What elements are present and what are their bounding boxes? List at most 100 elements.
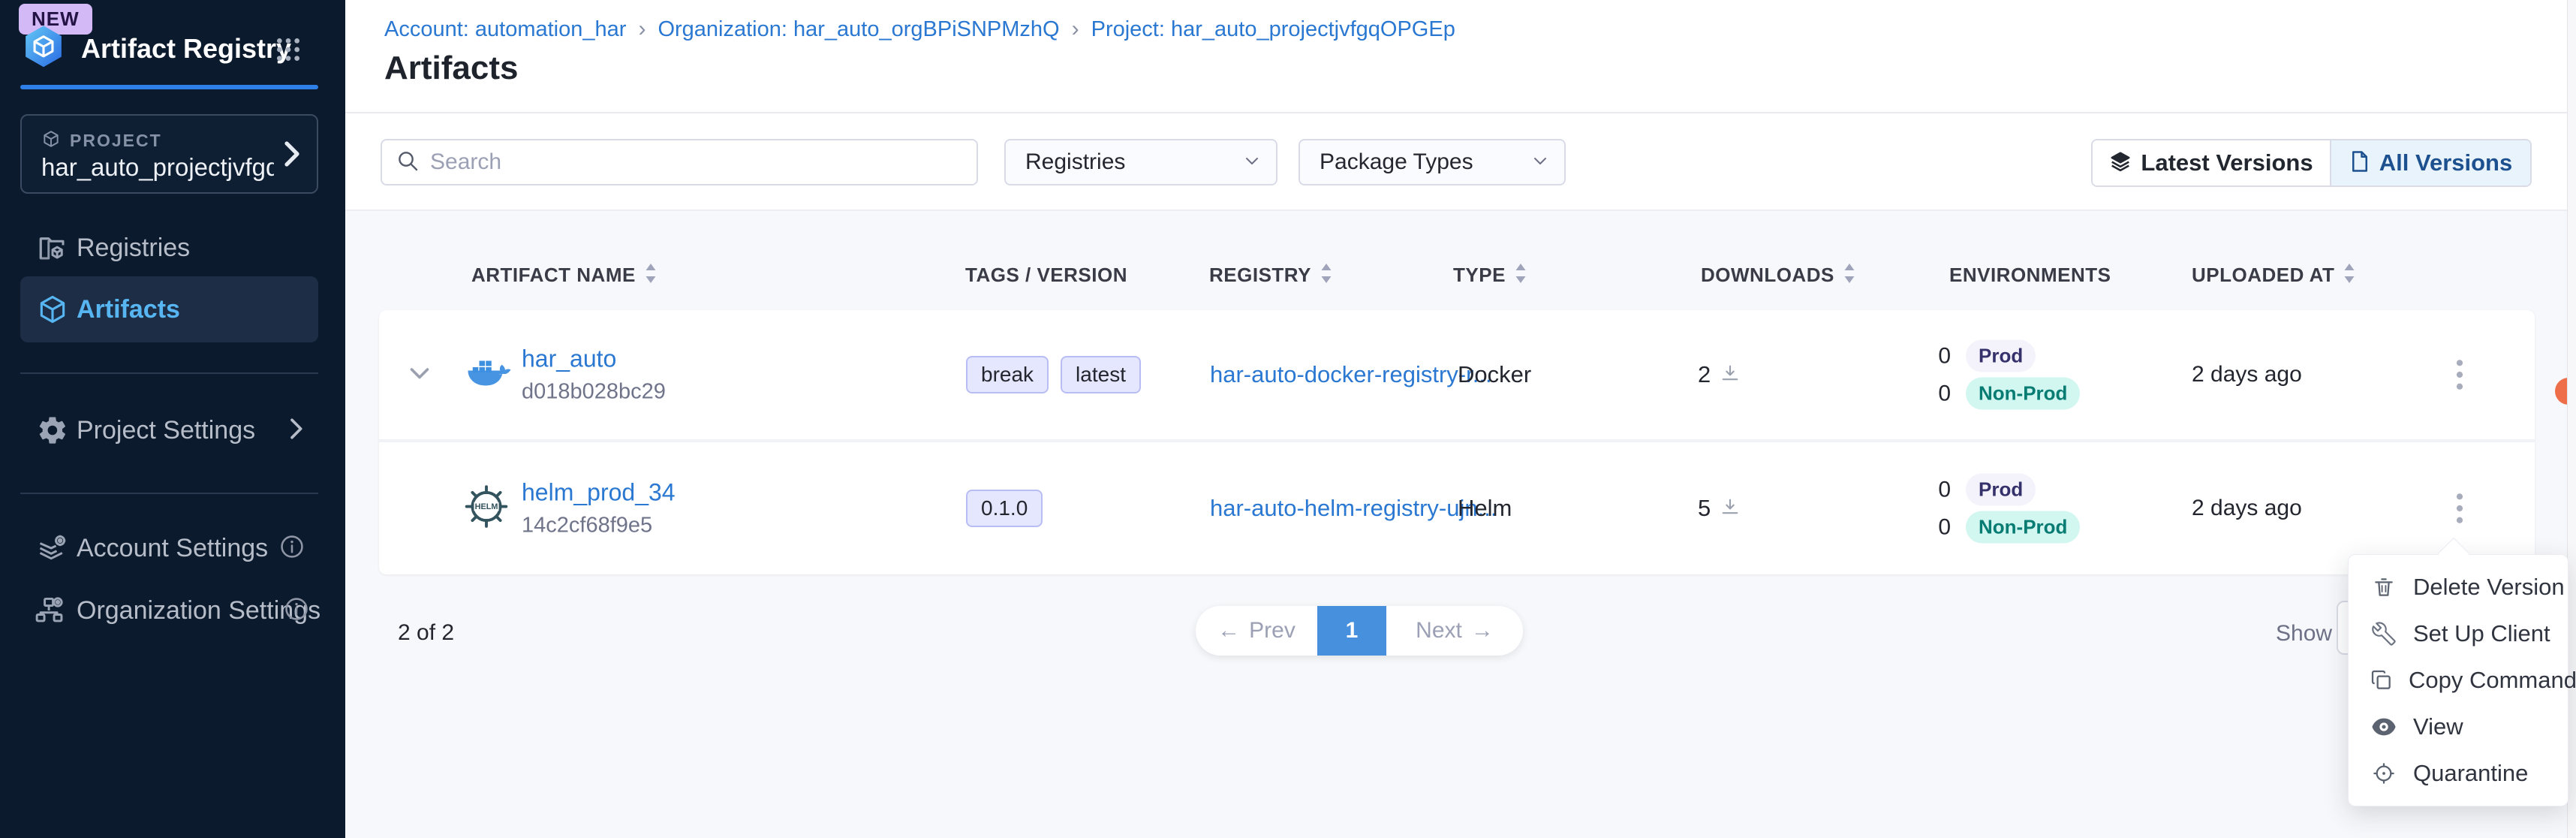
row-context-menu: Delete Version Set Up Client Copy Comman… [2348, 554, 2568, 806]
sidebar-item-organization-settings[interactable]: Organization Settings [0, 586, 345, 635]
artifact-digest: 14c2cf68f9e5 [522, 514, 676, 538]
column-header-registry[interactable]: REGISTRY [1209, 258, 1332, 292]
sort-arrows-icon [2343, 263, 2355, 288]
wrench-icon [2370, 622, 2398, 646]
artifact-name-cell: har_auto d018b028bc29 [522, 345, 666, 405]
column-header-environments: ENVIRONMENTS [1949, 258, 2111, 292]
breadcrumb-organization-link[interactable]: Organization: har_auto_orgBPiSNPMzhQ [658, 17, 1059, 42]
downloads-cell: 5 [1698, 495, 1741, 522]
prod-badge: Prod [1966, 474, 2036, 506]
table-row: har_auto d018b028bc29 break latest har-a… [379, 310, 2535, 439]
package-types-filter-label: Package Types [1320, 149, 1473, 175]
module-grid-icon[interactable] [273, 35, 303, 68]
prev-page-button[interactable]: ← Prev [1196, 606, 1317, 656]
chevron-right-icon [287, 417, 305, 444]
downloads-cell: 2 [1698, 361, 1741, 388]
version-badge: 0.1.0 [966, 490, 1043, 527]
artifact-name-cell: helm_prod_34 14c2cf68f9e5 [522, 479, 676, 538]
org-gear-icon [33, 594, 66, 627]
next-page-button[interactable]: Next → [1386, 606, 1523, 656]
menu-item-set-up-client[interactable]: Set Up Client [2349, 610, 2568, 657]
artifacts-table: har_auto d018b028bc29 break latest har-a… [379, 310, 2535, 574]
all-versions-label: All Versions [2379, 149, 2512, 176]
sidebar: NEW Artifact Registry PROJ [0, 0, 345, 838]
tag-badge: break [966, 356, 1049, 393]
document-icon [2349, 150, 2370, 176]
sidebar-divider [20, 493, 318, 494]
search-input[interactable] [430, 149, 963, 175]
layers-icon [2109, 150, 2132, 176]
tags-cell: break latest [966, 356, 1141, 393]
sidebar-item-artifacts[interactable]: Artifacts [20, 276, 318, 342]
column-header-downloads[interactable]: DOWNLOADS [1701, 258, 1855, 292]
artifacts-cube-icon [36, 293, 69, 326]
row-menu-button[interactable] [2442, 486, 2478, 531]
layers-gear-icon [36, 532, 69, 565]
sidebar-item-registries[interactable]: Registries [0, 224, 345, 272]
project-name: har_auto_projectjvfgq... [41, 153, 274, 182]
artifact-registry-logo-icon [21, 24, 66, 74]
table-row: HELM helm_prod_34 14c2cf68f9e5 0.1.0 har… [379, 442, 2535, 574]
breadcrumb-project-link[interactable]: Project: har_auto_projectjvfgqOPGEp [1091, 17, 1455, 42]
package-types-filter-dropdown[interactable]: Package Types [1299, 139, 1566, 185]
nonprod-badge: Non-Prod [1966, 511, 2080, 544]
type-cell: Helm [1458, 495, 1512, 522]
registries-folder-icon [36, 231, 69, 264]
chevron-down-icon [1531, 152, 1549, 173]
chevron-right-icon [281, 140, 302, 171]
results-range-label: 2 of 2 [398, 620, 454, 646]
sidebar-item-label: Artifacts [77, 295, 180, 324]
registry-cell: har-auto-helm-registry-ujn... [1210, 495, 1497, 522]
menu-item-quarantine[interactable]: Quarantine [2349, 750, 2568, 797]
info-icon[interactable] [279, 534, 305, 563]
artifact-name-link[interactable]: har_auto [522, 345, 666, 373]
sidebar-item-account-settings[interactable]: Account Settings [0, 524, 345, 572]
row-expander[interactable] [406, 360, 433, 390]
versions-toggle: Latest Versions All Versions [2091, 139, 2532, 187]
search-icon [396, 149, 420, 176]
sort-arrows-icon [645, 263, 657, 288]
info-icon[interactable] [284, 596, 309, 625]
sidebar-item-project-settings[interactable]: Project Settings [0, 406, 345, 454]
download-icon [1720, 496, 1741, 521]
eye-icon [2370, 717, 2398, 737]
row-menu-button[interactable] [2442, 352, 2478, 397]
toolbar: Registries Package Types Latest Versions [345, 115, 2576, 211]
latest-versions-button[interactable]: Latest Versions [2093, 140, 2331, 185]
menu-item-view[interactable]: View [2349, 704, 2568, 750]
column-header-artifact-name[interactable]: ARTIFACT NAME [471, 258, 657, 292]
quarantine-icon [2370, 761, 2398, 785]
project-selector[interactable]: PROJECT har_auto_projectjvfgq... [20, 114, 318, 194]
latest-versions-label: Latest Versions [2141, 149, 2313, 176]
page-number-button[interactable]: 1 [1317, 606, 1386, 656]
menu-item-delete-version[interactable]: Delete Version [2349, 564, 2568, 610]
menu-item-copy-command[interactable]: Copy Command [2349, 657, 2568, 704]
page-header: Account: automation_har › Organization: … [345, 0, 2576, 113]
all-versions-button[interactable]: All Versions [2331, 140, 2530, 185]
arrow-right-icon: → [1471, 618, 1494, 644]
prod-badge: Prod [1966, 340, 2036, 372]
show-per-page-label: Show [2276, 621, 2332, 647]
arrow-left-icon: ← [1217, 618, 1240, 644]
sidebar-item-label: Registries [77, 234, 190, 263]
pagination: ← Prev 1 Next → [1196, 606, 1523, 656]
registries-filter-dropdown[interactable]: Registries [1004, 139, 1277, 185]
artifact-name-link[interactable]: helm_prod_34 [522, 479, 676, 507]
artifact-digest: d018b028bc29 [522, 380, 666, 405]
tag-badge: latest [1061, 356, 1141, 393]
trash-icon [2370, 574, 2398, 600]
breadcrumb-account-link[interactable]: Account: automation_har [384, 17, 626, 42]
chevron-separator-icon: › [1072, 17, 1079, 42]
uploaded-at-cell: 2 days ago [2192, 362, 2302, 387]
registries-filter-label: Registries [1025, 149, 1125, 175]
column-header-uploaded-at[interactable]: UPLOADED AT [2192, 258, 2355, 292]
type-cell: Docker [1458, 361, 1531, 388]
registry-link[interactable]: har-auto-helm-registry-ujn... [1210, 495, 1497, 521]
column-header-type[interactable]: TYPE [1453, 258, 1527, 292]
search-input-wrap [381, 139, 978, 185]
download-icon [1720, 363, 1741, 387]
sidebar-divider [20, 372, 318, 374]
sidebar-item-label: Account Settings [77, 534, 268, 563]
page-title: Artifacts [384, 50, 519, 87]
registry-link[interactable]: har-auto-docker-registry-r... [1210, 361, 1492, 387]
